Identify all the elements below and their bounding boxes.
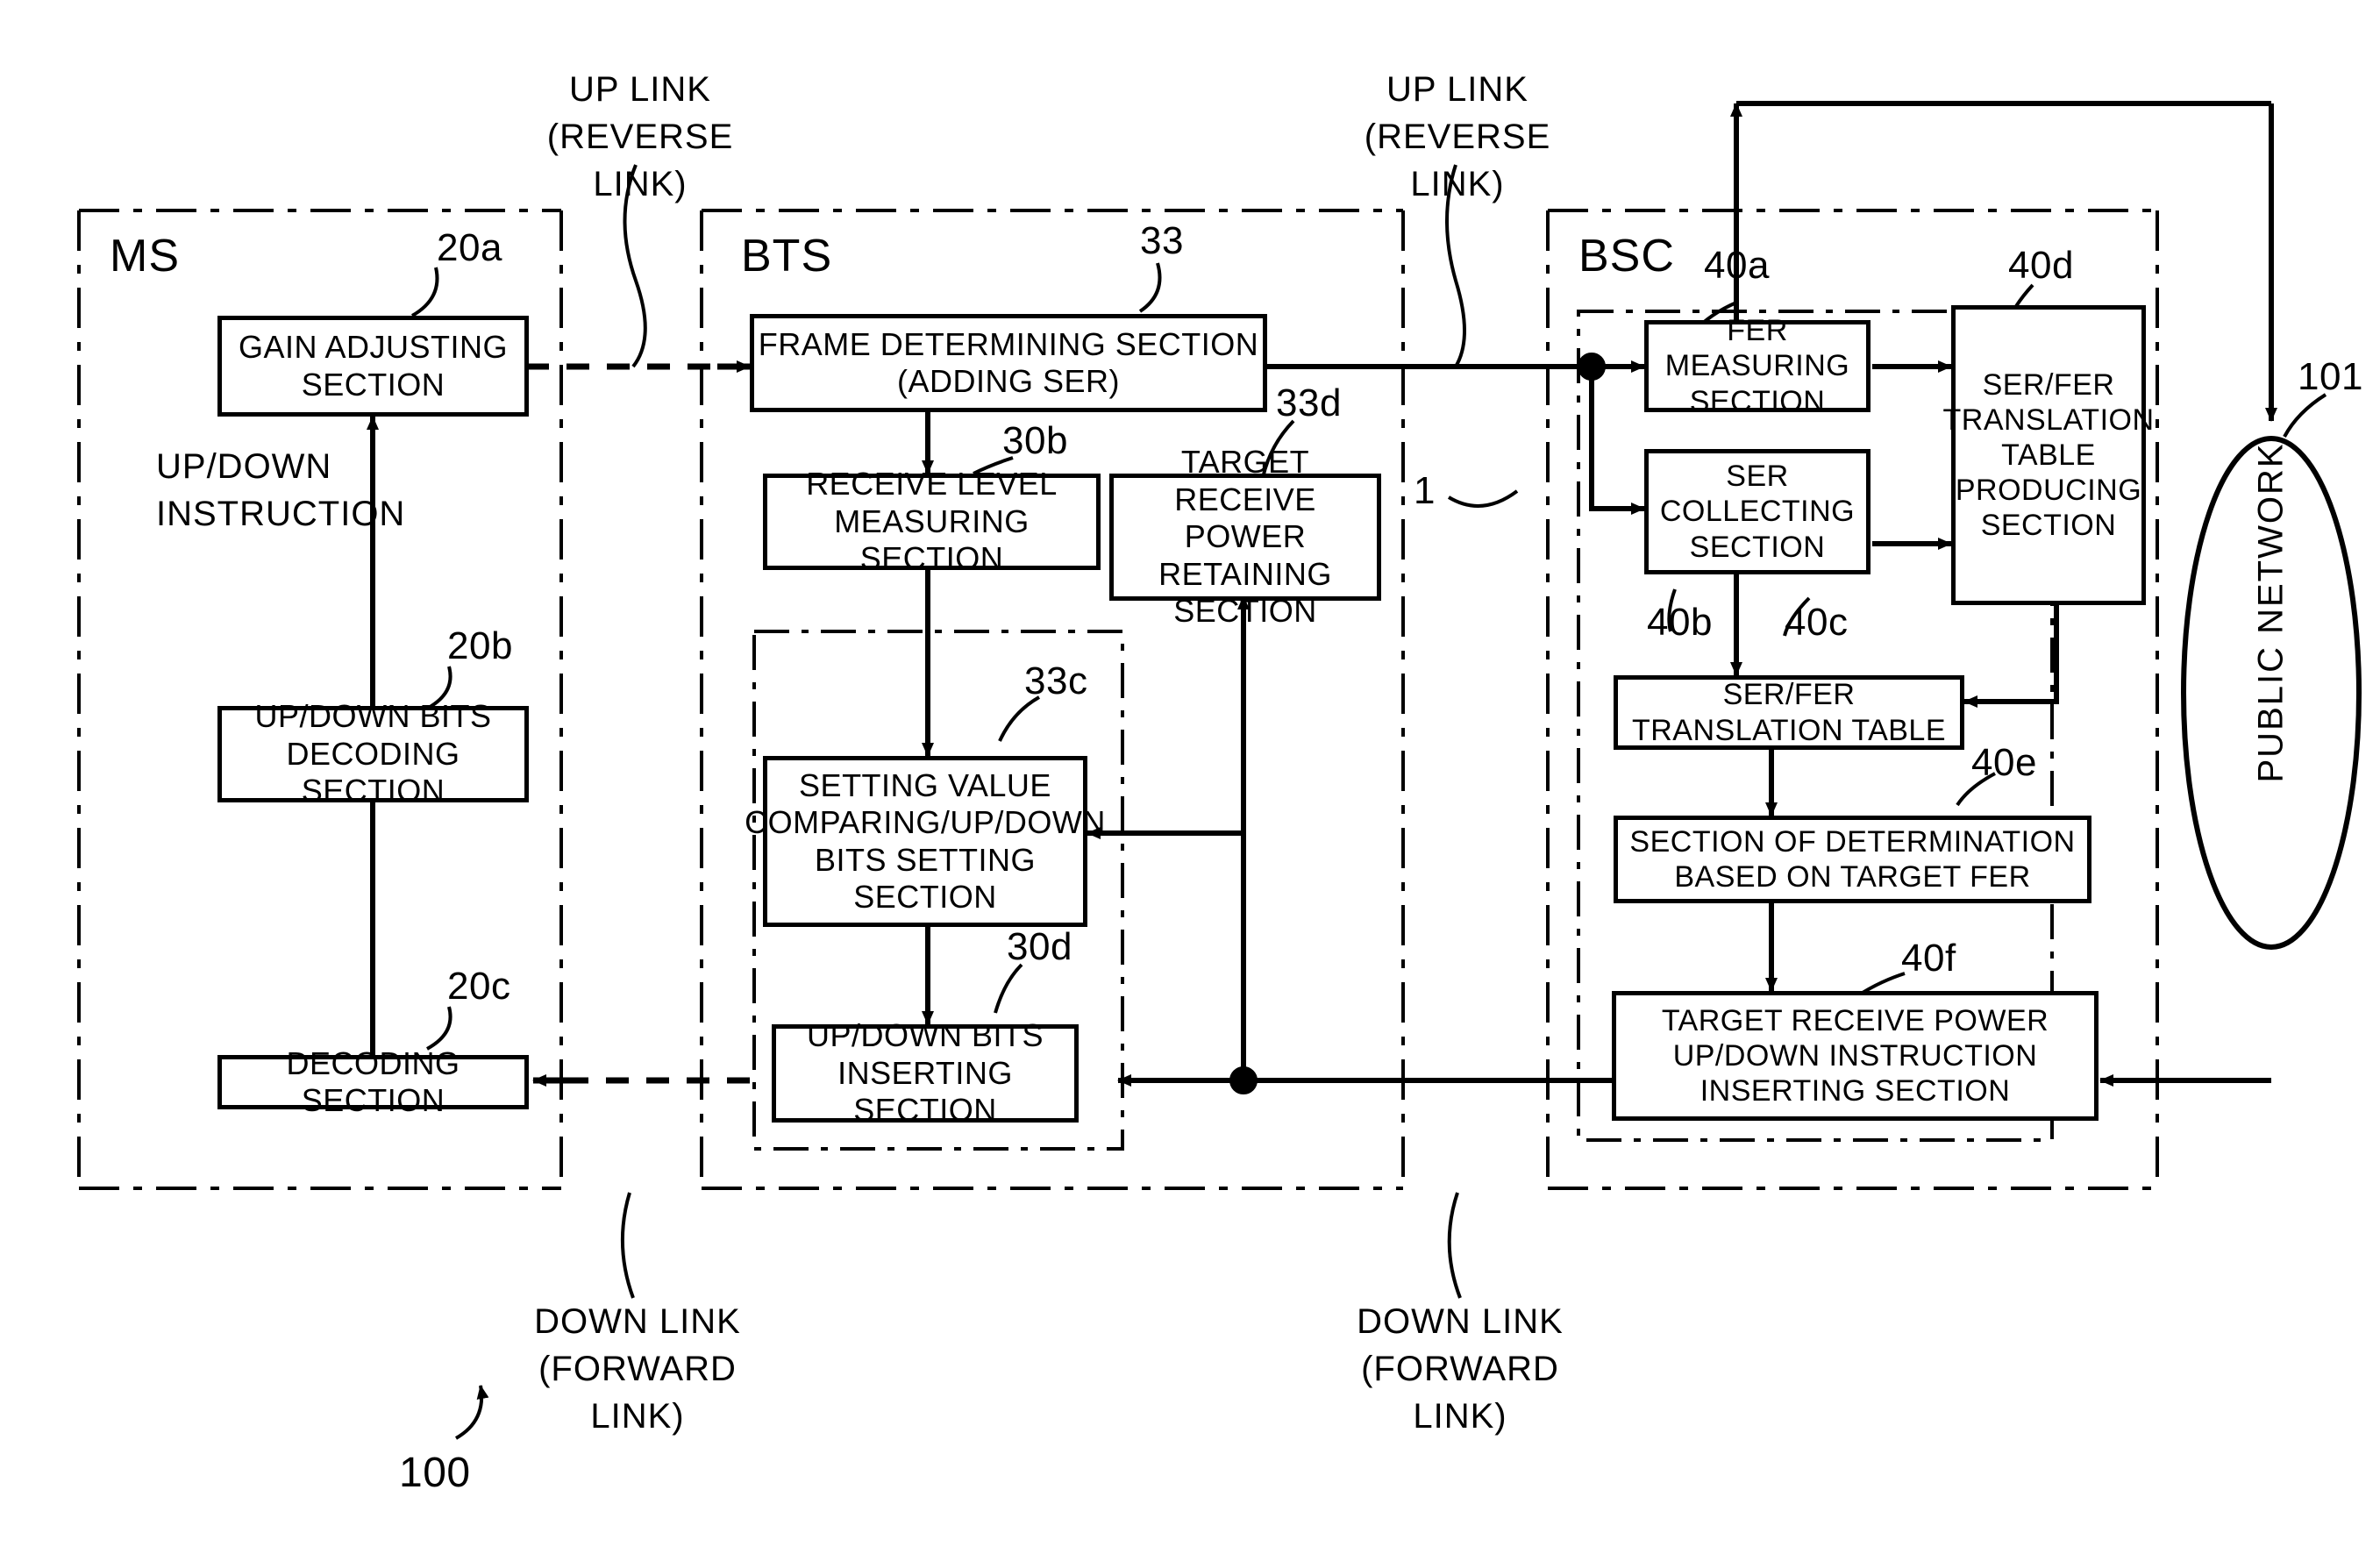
block-target-receive-power-updown-instruction-inserting-section[interactable]: TARGET RECEIVE POWER UP/DOWN INSTRUCTION… (1612, 991, 2099, 1121)
block-label: FER MEASURING SECTION (1664, 314, 1850, 418)
block-label: FRAME DETERMINING SECTION (ADDING SER) (758, 325, 1259, 399)
caption-uplink-right: UP LINK (REVERSE LINK) (1364, 70, 1551, 203)
ref-20c: 20c (447, 965, 511, 1008)
ref-40e: 40e (1971, 741, 2037, 784)
block-label: GAIN ADJUSTING SECTION (238, 329, 509, 403)
block-label: UP/DOWN BITS INSERTING SECTION (806, 1017, 1044, 1129)
block-label: DECODING SECTION (286, 1044, 460, 1118)
ref-100: 100 (399, 1450, 471, 1496)
block-label: TARGET RECEIVE POWER RETAINING SECTION (1158, 444, 1332, 630)
panel-label-bts: BTS (741, 231, 833, 282)
patent-figure: MS BTS BSC GAIN ADJUSTING SECTION UP/DOW… (0, 0, 2380, 1561)
ref-20a: 20a (437, 226, 502, 269)
block-section-of-determination-based-on-target-fer[interactable]: SECTION OF DETERMINATION BASED ON TARGET… (1614, 816, 2091, 903)
block-target-receive-power-retaining-section[interactable]: TARGET RECEIVE POWER RETAINING SECTION (1109, 444, 1381, 629)
block-label: TARGET RECEIVE POWER UP/DOWN INSTRUCTION… (1661, 1003, 2049, 1108)
caption-uplink-left: UP LINK (REVERSE LINK) (546, 70, 734, 203)
ref-interface-1: 1 (1414, 469, 1436, 512)
ref-40f: 40f (1901, 937, 1956, 980)
panel-label-ms: MS (110, 231, 180, 282)
ref-30b: 30b (1002, 419, 1068, 462)
ref-40b: 40b (1647, 601, 1713, 644)
ref-20b: 20b (447, 624, 513, 667)
panel-label-bsc: BSC (1578, 231, 1675, 282)
ref-33d: 33d (1276, 381, 1342, 424)
ref-40a: 40a (1704, 244, 1770, 287)
caption-downlink-right: DOWN LINK (FORWARD LINK) (1357, 1302, 1564, 1436)
block-decoding-section[interactable]: DECODING SECTION (217, 1045, 529, 1118)
block-updown-bits-decoding-section[interactable]: UP/DOWN BITS DECODING SECTION (217, 698, 529, 809)
block-ser-fer-translation-table[interactable]: SER/FER TRANSLATION TABLE (1614, 675, 1964, 750)
block-label: SER/FER TRANSLATION TABLE PRODUCING SECT… (1942, 367, 2155, 543)
block-setting-value-comparing-section[interactable]: SETTING VALUE COMPARING/UP/DOWN BITS SET… (745, 756, 1105, 927)
ref-33c: 33c (1024, 659, 1088, 702)
caption-downlink-left: DOWN LINK (FORWARD LINK) (534, 1302, 741, 1436)
block-label: SETTING VALUE COMPARING/UP/DOWN BITS SET… (745, 766, 1106, 915)
block-gain-adjusting-section[interactable]: GAIN ADJUSTING SECTION (217, 316, 529, 417)
block-label: UP/DOWN BITS DECODING SECTION (254, 698, 492, 809)
caption-updown-instruction: UP/DOWN INSTRUCTION (156, 447, 406, 533)
block-frame-determining-section[interactable]: FRAME DETERMINING SECTION (ADDING SER) (750, 314, 1267, 412)
ref-101: 101 (2298, 355, 2363, 398)
block-receive-level-measuring-section[interactable]: RECEIVE LEVEL MEASURING SECTION (763, 466, 1101, 576)
block-updown-bits-inserting-section[interactable]: UP/DOWN BITS INSERTING SECTION (772, 1017, 1079, 1128)
block-ser-collecting-section[interactable]: SER COLLECTING SECTION (1644, 449, 1871, 574)
ref-33: 33 (1140, 219, 1184, 262)
block-label: SER/FER TRANSLATION TABLE (1631, 678, 1947, 747)
block-fer-measuring-section[interactable]: FER MEASURING SECTION (1644, 314, 1871, 418)
block-label: RECEIVE LEVEL MEASURING SECTION (806, 466, 1058, 577)
ref-40d: 40d (2008, 244, 2074, 287)
ref-30d: 30d (1007, 925, 1072, 968)
block-ser-fer-translation-table-producing-section[interactable]: SER/FER TRANSLATION TABLE PRODUCING SECT… (1943, 305, 2154, 605)
public-network-label: PUBLIC NETWORK (2251, 442, 2291, 783)
block-label: SECTION OF DETERMINATION BASED ON TARGET… (1629, 824, 2076, 894)
ref-40c: 40c (1785, 601, 1849, 644)
block-label: SER COLLECTING SECTION (1659, 460, 1856, 564)
